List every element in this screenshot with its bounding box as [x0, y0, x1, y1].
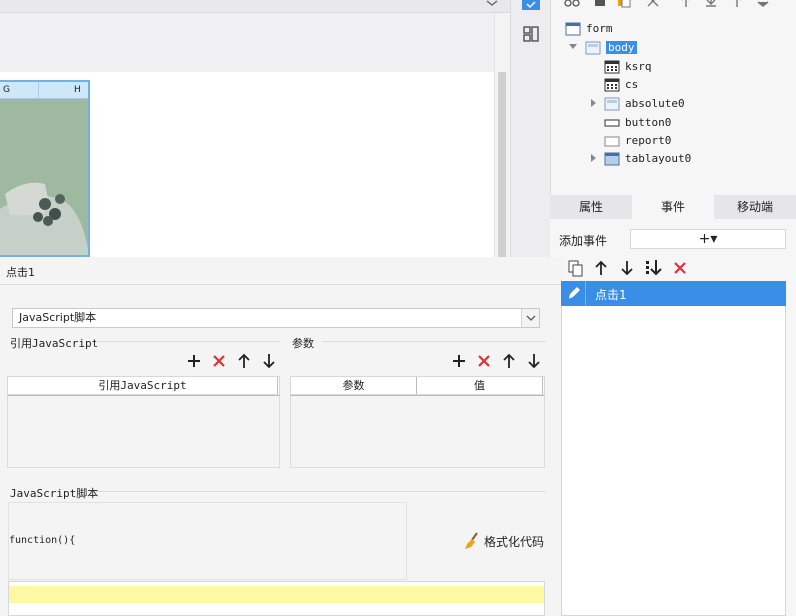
- tree-node-form[interactable]: form: [565, 20, 613, 37]
- move-up-icon[interactable]: [680, 0, 692, 8]
- current-line-highlight: [9, 586, 544, 603]
- select-arrow[interactable]: [521, 309, 539, 327]
- tree-node-label: button0: [625, 116, 672, 129]
- event-item-label: 点击1: [595, 288, 627, 302]
- tree-node-body[interactable]: body: [585, 39, 637, 56]
- tree-toolbar: [550, 0, 796, 12]
- tree-node-button0[interactable]: button0: [604, 114, 671, 131]
- paste-icon[interactable]: [616, 0, 632, 8]
- param-table-header: 参数 值: [290, 376, 545, 395]
- tree-node-label: cs: [625, 78, 639, 91]
- move-up-icon[interactable]: [594, 260, 608, 276]
- report-widget-preview[interactable]: G H: [0, 80, 90, 257]
- calendar-icon: [604, 78, 620, 91]
- event-type-select[interactable]: JavaScript脚本: [12, 308, 540, 328]
- tree-node-cs[interactable]: cs: [604, 76, 638, 93]
- move-bottom-icon[interactable]: [645, 259, 663, 277]
- move-down-icon[interactable]: [527, 353, 541, 369]
- add-event-label: 添加事件: [559, 234, 608, 248]
- event-list-item[interactable]: 点击1: [561, 281, 786, 306]
- param-table-body[interactable]: [290, 395, 545, 468]
- add-param-icon[interactable]: [451, 353, 467, 369]
- delete-param-icon[interactable]: [476, 353, 492, 369]
- edit-icon: [568, 287, 580, 299]
- ref-js-table-header: 引用JavaScript: [7, 376, 280, 395]
- script-section-label: JavaScript脚本: [10, 487, 99, 500]
- report-widget-icon: [604, 136, 620, 146]
- event-type-value: JavaScript脚本: [19, 311, 97, 324]
- widget-tool-active[interactable]: [522, 0, 540, 10]
- column-header-param[interactable]: 参数: [291, 377, 417, 394]
- column-g-label: G: [3, 85, 10, 95]
- chevron-down-icon: [526, 315, 536, 321]
- move-down-icon[interactable]: [262, 353, 276, 369]
- column-header-value[interactable]: 值: [417, 377, 543, 394]
- copy-icon[interactable]: [592, 0, 608, 8]
- cut-icon[interactable]: [564, 0, 580, 8]
- expand-arrow-icon[interactable]: [591, 99, 596, 107]
- delete-event-icon[interactable]: [673, 261, 687, 275]
- expand-arrow-icon[interactable]: [569, 44, 577, 49]
- item-divider: [585, 281, 586, 306]
- move-down-icon[interactable]: [620, 260, 634, 276]
- section-divider: [96, 491, 546, 492]
- column-h-label: H: [74, 85, 81, 95]
- tab-properties[interactable]: 属性: [550, 195, 632, 219]
- move-bottom-icon[interactable]: [704, 0, 718, 8]
- dropdown-icon[interactable]: [756, 0, 770, 8]
- tree-node-label: form: [586, 22, 613, 35]
- section-divider: [322, 341, 546, 342]
- tree-node-label: ksrq: [625, 60, 652, 73]
- add-event-dropdown[interactable]: +▾: [630, 229, 786, 249]
- form-icon: [565, 22, 581, 35]
- format-code-label: 格式化代码: [484, 534, 545, 549]
- expand-arrow-icon[interactable]: [591, 154, 596, 162]
- tree-node-label: report0: [625, 134, 672, 147]
- collapse-icon[interactable]: [486, 0, 498, 8]
- section-divider: [96, 341, 280, 342]
- function-signature-area: function(){: [8, 502, 407, 580]
- ref-js-section-label: 引用JavaScript: [10, 337, 99, 350]
- editor-title-bar: 点击1: [0, 257, 561, 285]
- tree-node-label: absolute0: [625, 97, 685, 110]
- code-function-header: function(){: [9, 535, 76, 546]
- tree-node-tablayout0[interactable]: tablayout0: [604, 150, 691, 167]
- tree-node-absolute0[interactable]: absolute0: [604, 95, 685, 112]
- move-top-icon[interactable]: [731, 0, 743, 8]
- column-divider: [38, 82, 39, 98]
- param-section-label: 参数: [292, 337, 314, 350]
- delete-icon[interactable]: [211, 353, 227, 369]
- layout-icon[interactable]: [523, 26, 539, 42]
- tab-layout-icon: [604, 152, 620, 165]
- button-widget-icon: [604, 119, 620, 126]
- ref-js-table-body[interactable]: [7, 395, 280, 468]
- tab-events[interactable]: 事件: [632, 195, 714, 219]
- broom-icon: [465, 532, 478, 549]
- event-list: [561, 281, 786, 616]
- tree-node-ksrq[interactable]: ksrq: [604, 58, 652, 75]
- canvas-top-toolbar: [0, 0, 510, 13]
- tree-node-label: body: [606, 41, 637, 54]
- tree-node-label: tablayout0: [625, 152, 692, 165]
- body-icon: [585, 41, 601, 54]
- format-code-button[interactable]: 格式化代码: [463, 532, 544, 550]
- delete-icon[interactable]: [646, 0, 660, 8]
- tree-node-report0[interactable]: report0: [604, 132, 671, 149]
- checkbox-icon: [526, 1, 536, 9]
- move-up-icon[interactable]: [237, 353, 251, 369]
- sheet-column-header: G H: [0, 82, 88, 99]
- side-toolbar: [510, 0, 550, 257]
- calendar-icon: [604, 60, 620, 73]
- column-header-ref-js[interactable]: 引用JavaScript: [8, 377, 278, 394]
- move-up-icon[interactable]: [502, 353, 516, 369]
- add-icon[interactable]: [186, 353, 202, 369]
- absolute-layout-icon: [604, 97, 620, 110]
- editor-title: 点击1: [6, 266, 35, 279]
- tab-mobile[interactable]: 移动端: [714, 195, 796, 219]
- scrollbar-thumb[interactable]: [498, 72, 506, 257]
- property-tabs: 属性 事件 移动端: [550, 195, 796, 219]
- preview-photo: [0, 99, 88, 255]
- copy-event-icon[interactable]: [567, 259, 585, 277]
